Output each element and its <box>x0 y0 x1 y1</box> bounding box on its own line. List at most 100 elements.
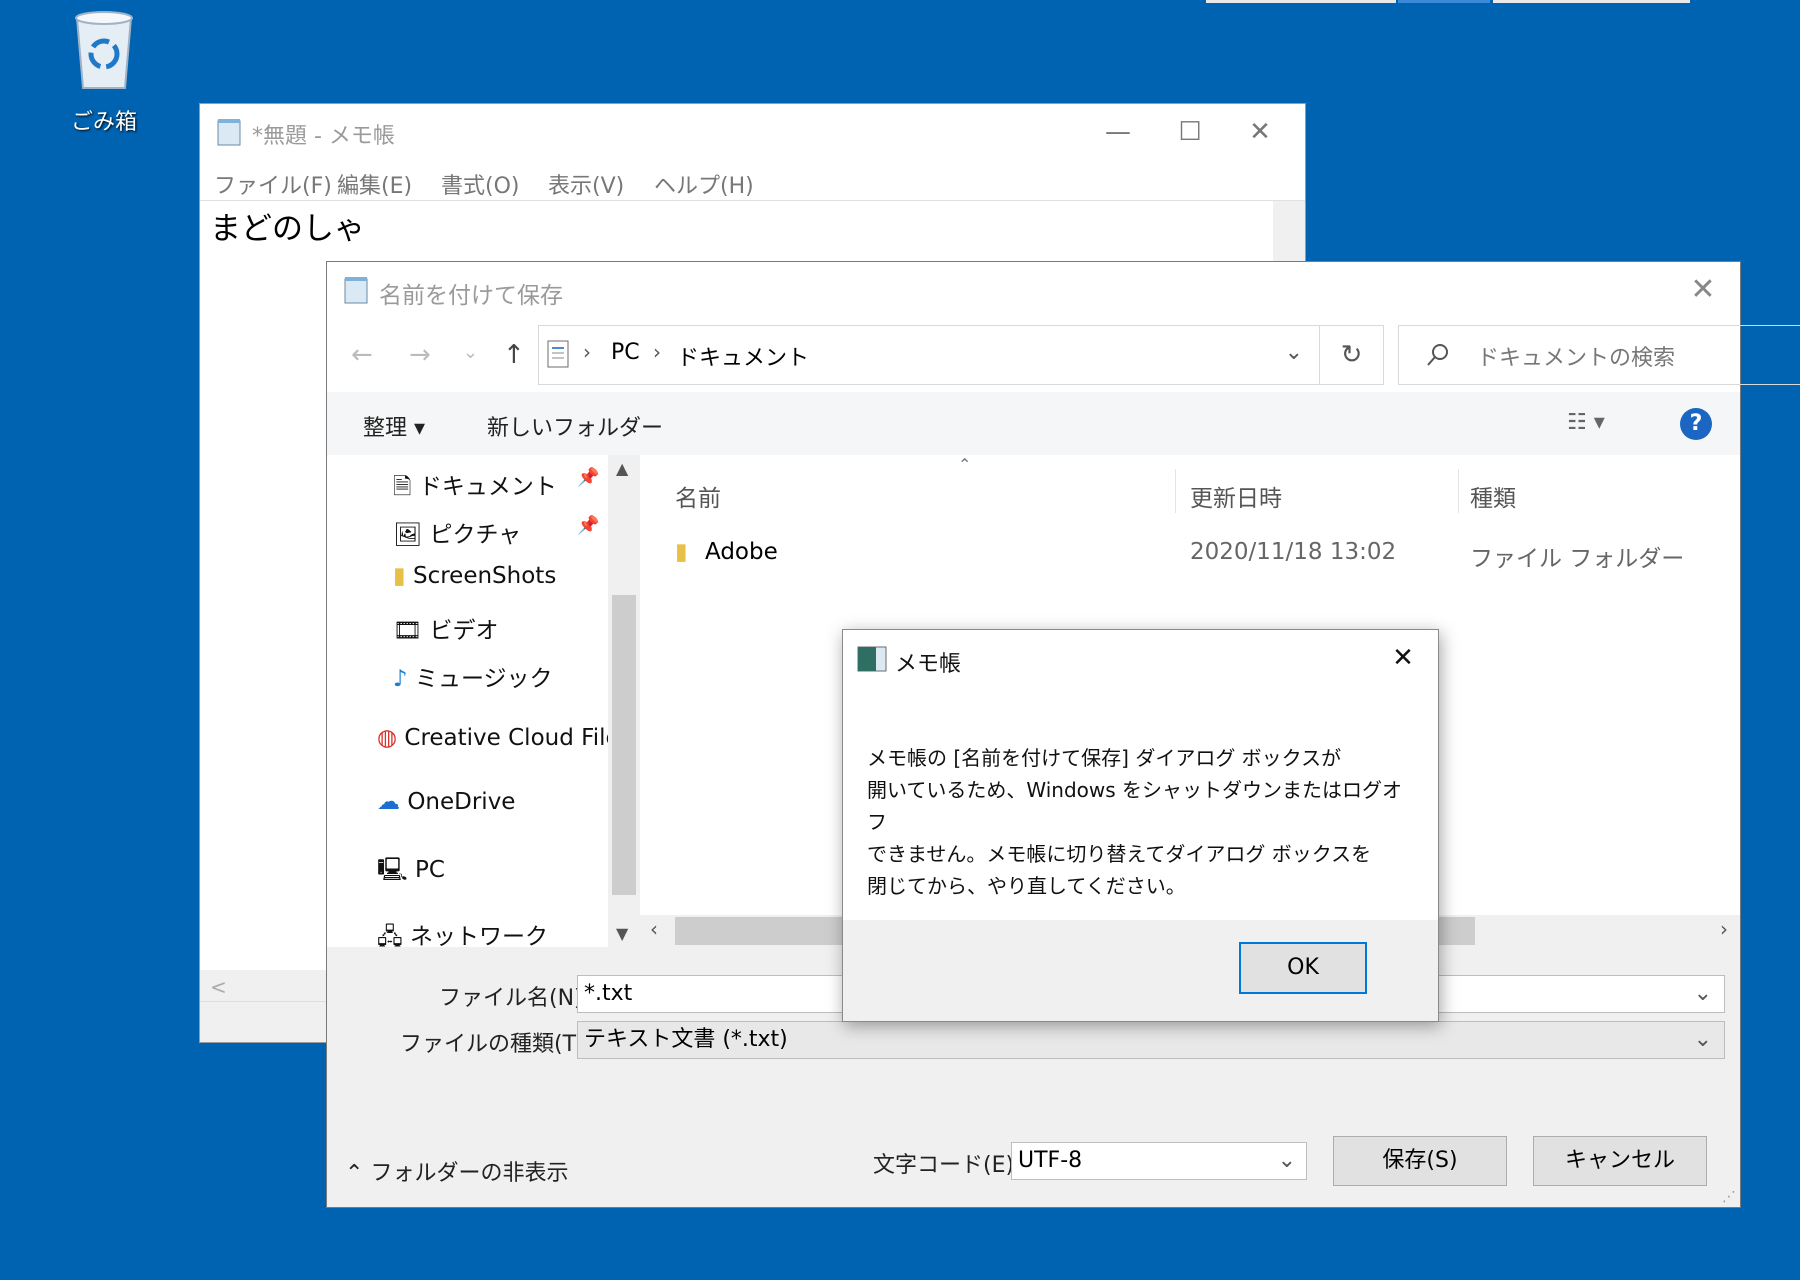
table-row[interactable]: ▮ Adobe <box>675 539 778 565</box>
nav-item-videos[interactable]: 🎞 ビデオ <box>393 611 499 645</box>
search-input[interactable]: ドキュメントの検索 <box>1398 325 1800 385</box>
save-dialog-titlebar[interactable]: 名前を付けて保存 ✕ <box>327 262 1740 316</box>
breadcrumb-separator-icon: › <box>583 340 591 364</box>
maximize-button[interactable]: ☐ <box>1155 112 1225 152</box>
help-icon[interactable]: ? <box>1680 408 1712 440</box>
back-arrow-icon[interactable]: ← <box>351 340 373 370</box>
alert-button-bar: OK <box>843 920 1438 1021</box>
alert-message-line: メモ帳の [名前を付けて保存] ダイアログ ボックスが <box>867 746 1342 770</box>
pictures-icon: 🖼 <box>393 522 423 548</box>
notepad-content: まどのしゃ <box>210 211 365 247</box>
refresh-button[interactable]: ↻ <box>1320 325 1384 385</box>
filetype-select[interactable]: テキスト文書 (*.txt) ⌄ <box>577 1021 1725 1059</box>
chevron-down-icon[interactable]: ⌄ <box>1285 340 1303 365</box>
nav-item-screenshots[interactable]: ▮ ScreenShots <box>393 563 556 589</box>
column-header-modified[interactable]: 更新日時 <box>1190 479 1282 513</box>
menu-edit[interactable]: 編集(E) <box>337 168 412 200</box>
chevron-down-icon[interactable]: ⌄ <box>1694 976 1712 1012</box>
resize-grip-icon[interactable]: ⋰ <box>1722 1189 1736 1205</box>
folder-icon: ▮ <box>675 539 688 565</box>
chevron-down-icon[interactable]: ⌄ <box>1278 1143 1296 1179</box>
ok-button[interactable]: OK <box>1239 942 1367 994</box>
scroll-thumb[interactable] <box>612 595 636 895</box>
nav-item-creative-cloud[interactable]: ◍ Creative Cloud Files <box>377 725 608 751</box>
menu-file[interactable]: ファイル(F) <box>214 168 332 200</box>
forward-arrow-icon[interactable]: → <box>409 340 431 370</box>
close-button[interactable]: ✕ <box>1225 112 1295 152</box>
breadcrumb-separator-icon: › <box>653 340 661 364</box>
recycle-bin-label: ごみ箱 <box>70 110 137 135</box>
video-icon: 🎞 <box>393 618 423 644</box>
scroll-left-icon[interactable]: ‹ <box>650 917 658 941</box>
filename-value: *.txt <box>584 981 633 1006</box>
nav-item-pc[interactable]: 🖳 PC <box>377 853 445 892</box>
network-icon: 🖧 <box>377 924 403 947</box>
alert-message-line: 開いているため、Windows をシャットダウンまたはログオフ <box>867 778 1403 834</box>
breadcrumb-documents[interactable]: ドキュメント <box>677 340 809 372</box>
cancel-button[interactable]: キャンセル <box>1533 1136 1707 1186</box>
filetype-label: ファイルの種類(T): <box>400 1032 593 1057</box>
file-name: Adobe <box>704 539 778 565</box>
taskbar-thumb-active <box>1398 0 1490 3</box>
save-dialog-title: 名前を付けて保存 <box>379 283 563 309</box>
breadcrumb-pc[interactable]: PC <box>611 340 640 365</box>
notepad-alert-dialog: メモ帳 ✕ メモ帳の [名前を付けて保存] ダイアログ ボックスが 開いているた… <box>842 629 1439 1022</box>
menu-view[interactable]: 表示(V) <box>548 168 624 200</box>
menu-format[interactable]: 書式(O) <box>441 168 519 200</box>
close-button[interactable]: ✕ <box>1680 270 1726 310</box>
encoding-value: UTF-8 <box>1018 1148 1083 1173</box>
recent-dropdown-icon[interactable]: ⌄ <box>463 342 478 363</box>
nav-item-music[interactable]: ♪ ミュージック <box>393 659 553 693</box>
notepad-app-icon <box>857 646 887 672</box>
notepad-statusbar <box>200 1001 327 1042</box>
filetype-value: テキスト文書 (*.txt) <box>584 1027 788 1052</box>
encoding-label: 文字コード(E): <box>873 1153 1022 1178</box>
new-folder-button[interactable]: 新しいフォルダー <box>487 410 663 442</box>
scroll-left-icon[interactable]: < <box>210 975 227 999</box>
encoding-select[interactable]: UTF-8 ⌄ <box>1011 1142 1307 1180</box>
view-options-icon[interactable]: ☷ ▾ <box>1567 410 1605 435</box>
column-header-name[interactable]: 名前 <box>675 479 721 513</box>
refresh-icon: ↻ <box>1340 340 1363 370</box>
filename-label: ファイル名(N): <box>439 986 591 1011</box>
nav-item-onedrive[interactable]: ☁ OneDrive <box>377 789 515 815</box>
notepad-vertical-scrollbar[interactable] <box>1273 201 1305 261</box>
scroll-down-icon[interactable]: ▼ <box>616 924 628 943</box>
scroll-right-icon[interactable]: › <box>1720 917 1728 941</box>
nav-item-pictures[interactable]: 🖼 ピクチャ <box>393 515 521 549</box>
organize-button[interactable]: 整理 ▾ <box>363 410 425 442</box>
documents-icon: 🗎 <box>393 474 412 500</box>
column-header-type[interactable]: 種類 <box>1470 479 1516 513</box>
taskbar-thumb <box>1206 0 1396 3</box>
cloud-icon: ☁ <box>377 789 400 815</box>
scroll-up-icon[interactable]: ▲ <box>616 459 628 478</box>
notepad-horizontal-scrollbar[interactable]: < <box>200 970 327 1004</box>
address-bar[interactable]: › PC › ドキュメント ⌄ <box>538 325 1320 385</box>
command-bar: 整理 ▾ 新しいフォルダー ☷ ▾ ? <box>327 392 1740 455</box>
recycle-bin[interactable]: ごみ箱 <box>52 8 156 136</box>
notepad-title: *無題 - メモ帳 <box>252 124 395 149</box>
chevron-down-icon[interactable]: ⌄ <box>1694 1022 1712 1058</box>
documents-icon <box>547 340 569 368</box>
up-arrow-icon[interactable]: ↑ <box>503 340 525 370</box>
minimize-button[interactable]: — <box>1083 112 1153 152</box>
notepad-menubar: ファイル(F) 編集(E) 書式(O) 表示(V) ヘルプ(H) <box>200 160 1305 200</box>
hide-folders-button[interactable]: ⌃ フォルダーの非表示 <box>345 1155 568 1187</box>
pin-icon[interactable]: 📌 <box>577 467 599 488</box>
menu-help[interactable]: ヘルプ(H) <box>654 168 754 200</box>
alert-title: メモ帳 <box>895 652 962 677</box>
column-divider <box>1458 469 1459 513</box>
notepad-titlebar[interactable]: *無題 - メモ帳 — ☐ ✕ <box>200 104 1305 160</box>
save-button[interactable]: 保存(S) <box>1333 1136 1507 1186</box>
computer-icon: 🖳 <box>377 857 408 883</box>
nav-item-documents[interactable]: 🗎 ドキュメント <box>393 467 557 509</box>
search-placeholder: ドキュメントの検索 <box>1477 346 1676 371</box>
navigation-scrollbar[interactable]: ▲ ▼ <box>608 455 640 947</box>
chevron-up-icon: ⌃ <box>345 1161 364 1186</box>
close-button[interactable]: ✕ <box>1382 638 1424 678</box>
pin-icon[interactable]: 📌 <box>577 515 599 536</box>
nav-item-network[interactable]: 🖧 ネットワーク <box>377 917 548 947</box>
alert-message-line: 閉じてから、やり直してください。 <box>867 874 1186 898</box>
taskbar-thumb <box>1493 0 1690 3</box>
search-icon <box>1427 344 1448 366</box>
